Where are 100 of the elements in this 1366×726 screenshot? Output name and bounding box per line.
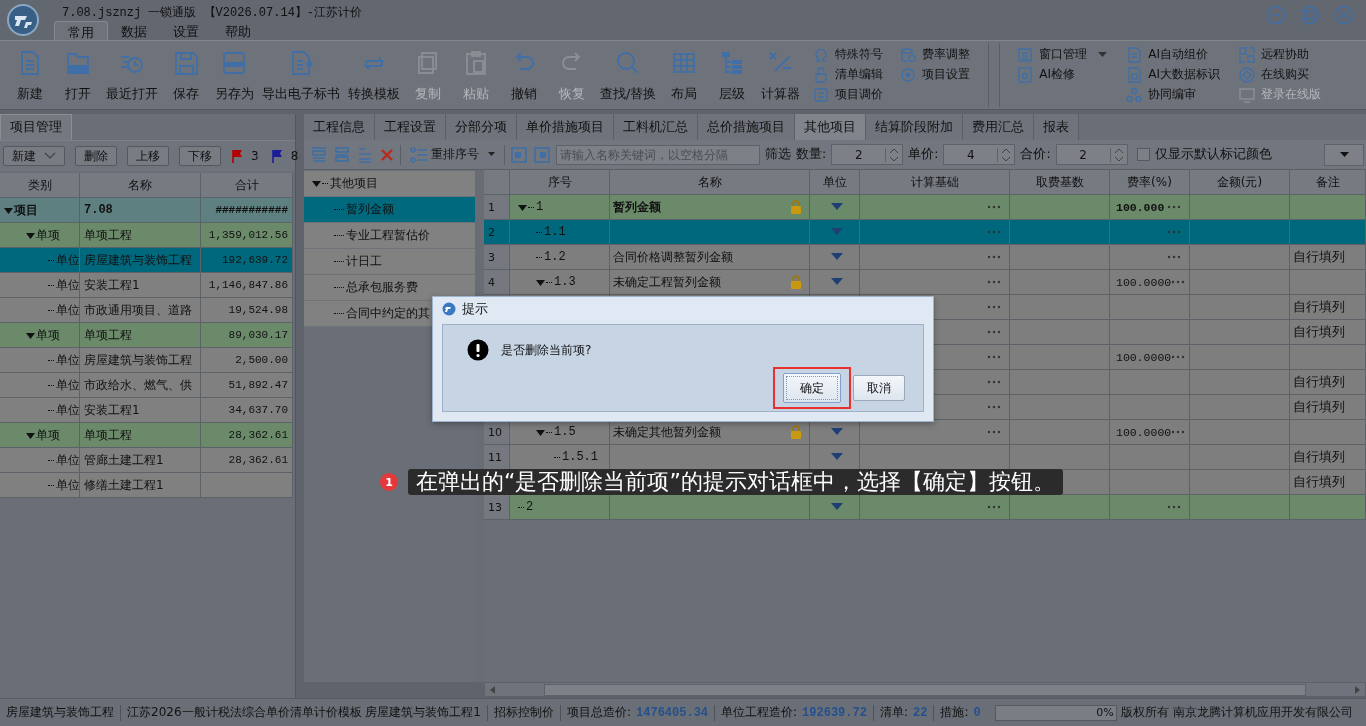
ribbon-button[interactable]: AI大数据标识 [1123,65,1222,84]
ellipsis-icon[interactable] [987,380,1001,384]
table-row[interactable]: 单项 单项工程 1,359,012.56 [0,223,295,248]
dropdown-arrow-icon[interactable] [831,228,843,236]
menu-tab[interactable]: 帮助 [212,21,264,43]
tab[interactable]: 工程设置 [375,114,446,140]
table-row[interactable]: 单位 安装工程1 1,146,847.86 [0,273,295,298]
row-number[interactable]: 2 [484,220,510,245]
tab[interactable]: 其他项目 [795,114,866,140]
ellipsis-icon[interactable] [987,255,1001,259]
dropdown-arrow-icon[interactable] [831,278,843,286]
ribbon-button[interactable]: 项目设置 [897,65,973,84]
caret-down-icon[interactable] [536,277,545,287]
tab[interactable]: 报表 [1034,114,1079,140]
caret-down-icon[interactable] [518,202,527,212]
tree-item[interactable]: 专业工程暂估价 [304,223,475,249]
number-spinner[interactable]: 4 [943,144,1016,165]
table-row[interactable]: 单位 市政给水、燃气、供 51,892.47 [0,373,295,398]
ribbon-button[interactable]: 特殊符号 [810,45,886,64]
tree-item[interactable]: 总承包服务费 [304,275,475,301]
caret-down-icon[interactable] [26,230,35,240]
tab[interactable]: 工料机汇总 [614,114,698,140]
dropdown-button[interactable] [1324,143,1364,166]
ribbon-button[interactable]: 项目调价 [810,85,886,104]
ellipsis-icon[interactable] [1171,355,1186,359]
table-row[interactable]: 单项 单项工程 28,362.61 [0,423,295,448]
dropdown-arrow-icon[interactable] [831,253,843,261]
ellipsis-icon[interactable] [987,305,1001,309]
menu-tab[interactable]: 设置 [160,21,212,43]
tab[interactable]: 费用汇总 [963,114,1034,140]
ribbon-button[interactable]: 窗口管理 [1014,45,1110,64]
ellipsis-icon[interactable] [987,430,1001,434]
row-number[interactable]: 3 [484,245,510,270]
tree-label[interactable]: 其他项目 [330,175,378,192]
dropdown-arrow-icon[interactable] [831,203,843,211]
ribbon-button[interactable]: 撤销 [500,41,548,109]
table-row[interactable]: 单位 管廊土建工程1 28,362.61 [0,448,295,473]
tree-item[interactable]: 计日工 [304,249,475,275]
ribbon-button[interactable]: 远程协助 [1235,45,1323,64]
app-logo-icon[interactable] [6,3,40,37]
horizontal-scrollbar[interactable] [484,682,1366,697]
ribbon-button[interactable]: 转换模板 [344,41,404,109]
caret-down-icon[interactable] [4,205,13,215]
ribbon-button[interactable]: 协同编审 [1123,85,1222,104]
tree-item[interactable]: 暂列金额 [304,197,475,223]
tab[interactable]: 单价措施项目 [517,114,614,140]
row-number[interactable]: 10 [484,420,510,445]
ellipsis-icon[interactable] [987,355,1001,359]
renumber-button[interactable]: 重排序号 [406,146,499,163]
tab[interactable]: 工程信息 [304,114,375,140]
checkbox[interactable] [1136,148,1150,161]
ellipsis-icon[interactable] [987,330,1001,334]
ellipsis-icon[interactable] [987,505,1001,509]
row-number[interactable]: 1 [484,195,510,220]
caret-down-icon[interactable] [312,179,321,188]
toolbar-button[interactable]: 新建 [3,146,65,166]
table-row[interactable]: 单位 市政通用项目、道路 19,524.98 [0,298,295,323]
ellipsis-icon[interactable] [1167,255,1181,259]
caret-down-icon[interactable] [26,430,35,440]
ellipsis-icon[interactable] [1167,505,1181,509]
tab[interactable]: 分部分项 [446,114,517,140]
table-row[interactable]: 单位 房屋建筑与装饰工程 192,639.72 [0,248,295,273]
dropdown-arrow-icon[interactable] [831,453,843,461]
ribbon-button[interactable]: 查找/替换 [596,41,661,109]
menu-tab[interactable]: 常用 [54,21,108,43]
ribbon-button[interactable]: 最近打开 [102,41,162,109]
ellipsis-icon[interactable] [987,280,1001,284]
ellipsis-icon[interactable] [987,230,1001,234]
ribbon-button[interactable]: AI检修 [1014,65,1110,84]
ribbon-button[interactable]: 费率调整 [897,45,973,64]
number-spinner[interactable]: 2 [831,144,904,165]
ribbon-button[interactable]: 在线购买 [1235,65,1323,84]
ellipsis-icon[interactable] [987,205,1001,209]
number-spinner[interactable]: 2 [1055,144,1128,165]
dropdown-arrow-icon[interactable] [831,428,843,436]
ribbon-button[interactable]: 新建 [6,41,54,109]
ribbon-button[interactable]: 层级 [708,41,757,109]
ellipsis-icon[interactable] [1167,230,1181,234]
row-number[interactable]: 11 [484,445,510,470]
table-row[interactable]: 单项 单项工程 89,030.17 [0,323,295,348]
toolbar-button[interactable]: 删除 [75,146,117,166]
ribbon-button[interactable]: 打开 [54,41,102,109]
ribbon-button[interactable]: 保存 [162,41,210,109]
dropdown-arrow-icon[interactable] [831,503,843,511]
toolbar-button[interactable]: 上移 [127,146,169,166]
menu-tab[interactable]: 数据 [108,21,160,43]
ribbon-button[interactable]: 清单编辑 [810,65,886,84]
ellipsis-icon[interactable] [987,405,1001,409]
ellipsis-icon[interactable] [1167,205,1181,209]
ribbon-button[interactable]: 布局 [660,41,709,109]
ribbon-button[interactable]: 导出电子标书 [258,41,344,109]
ellipsis-icon[interactable] [1171,280,1186,284]
row-number[interactable]: 4 [484,270,510,295]
table-row[interactable]: 单位 修缮土建工程1 [0,473,295,498]
caret-down-icon[interactable] [26,330,35,340]
dialog-button[interactable]: 确定 [783,373,841,403]
table-row[interactable]: 单位 房屋建筑与装饰工程 2,500.00 [0,348,295,373]
ellipsis-icon[interactable] [1171,430,1186,434]
ribbon-button[interactable]: 计算器 [756,41,805,109]
caret-down-icon[interactable] [536,427,545,437]
